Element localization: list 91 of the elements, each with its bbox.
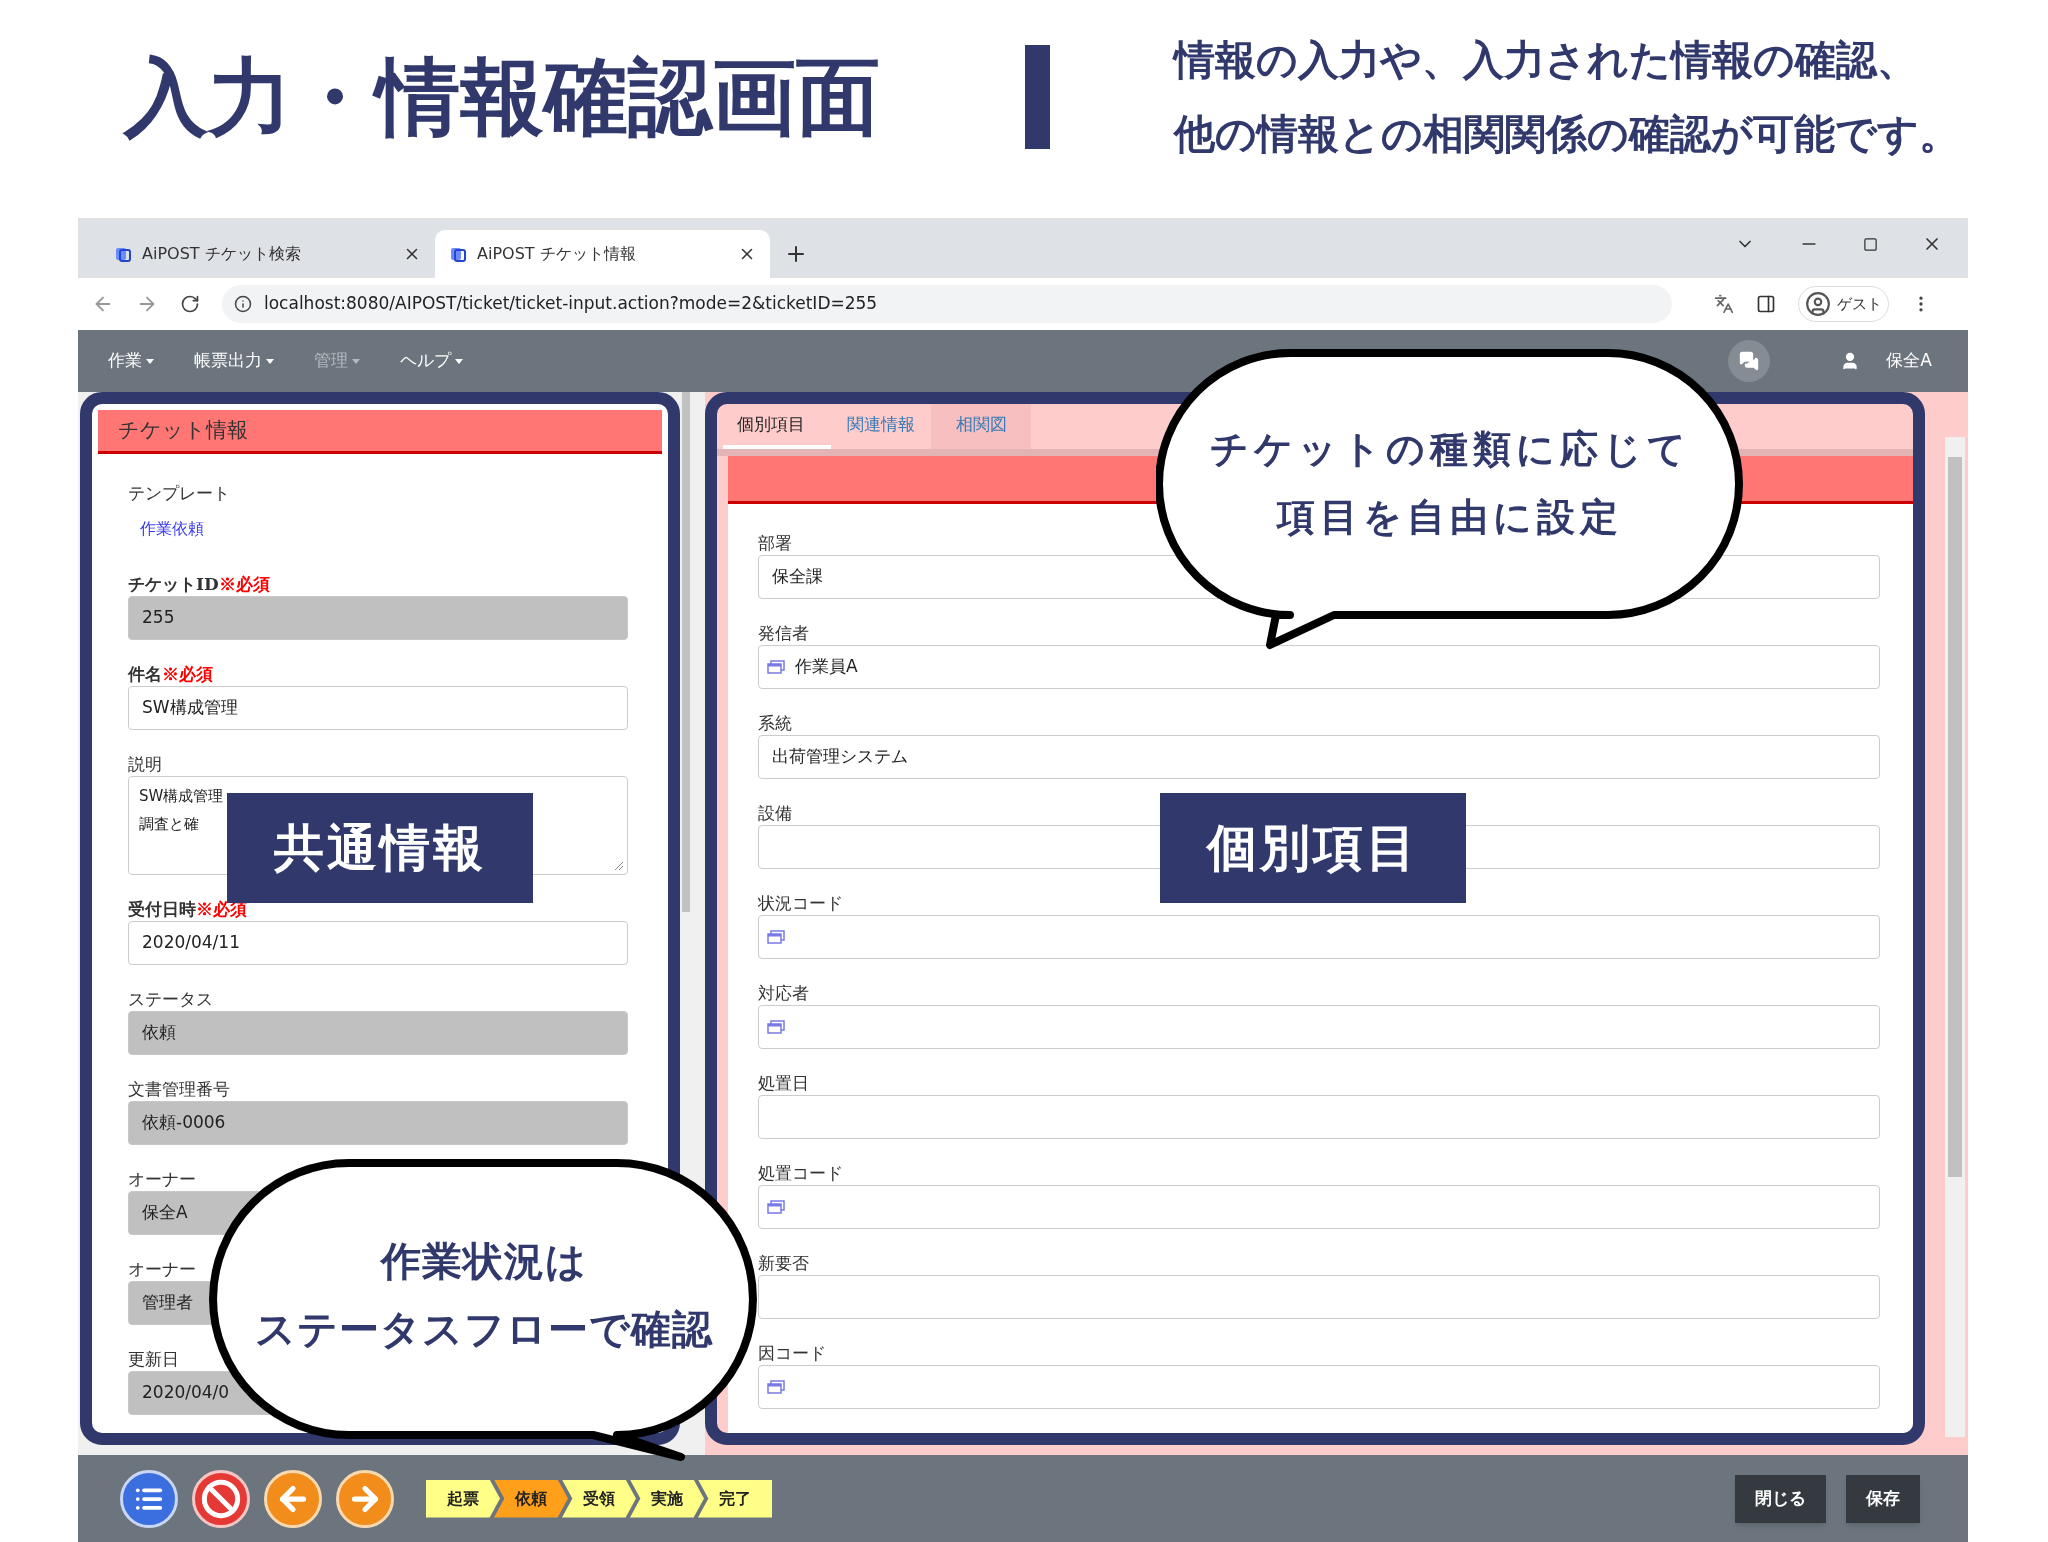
input-field[interactable]: 2020/04/11: [128, 921, 628, 965]
address-bar[interactable]: localhost:8080/AIPOST/ticket/ticket-input.action?mode=2&ticketID=255: [222, 285, 1672, 323]
readonly-field: 依頼-0006: [128, 1101, 628, 1145]
menu-item[interactable]: 帳票出力: [194, 348, 274, 374]
browser-tab[interactable]: AiPOST チケット情報: [435, 230, 770, 278]
picker-field[interactable]: [758, 1005, 1880, 1049]
input-field[interactable]: [758, 1275, 1880, 1319]
panel-title: チケット情報: [118, 416, 248, 444]
user-avatar-icon: [1805, 291, 1831, 317]
field-value: 作業員A: [795, 655, 858, 679]
window-icon: [767, 1380, 785, 1394]
window-icon: [767, 930, 785, 944]
caret-icon: [352, 358, 360, 364]
field-label: 文書管理番号: [128, 1078, 230, 1102]
readonly-field: 255: [128, 596, 628, 640]
caret-icon: [266, 358, 274, 364]
field-label: ステータス: [128, 988, 213, 1012]
translate-icon[interactable]: [1714, 294, 1734, 314]
back-button[interactable]: [264, 1469, 322, 1528]
status-step: 実施: [630, 1479, 704, 1518]
picker-field[interactable]: [758, 1185, 1880, 1229]
input-field[interactable]: SW構成管理: [128, 686, 628, 730]
list-button[interactable]: [120, 1469, 178, 1528]
field-label: 因コード: [758, 1342, 826, 1366]
field-label: 対応者: [758, 982, 809, 1006]
callout-text: ステータスフローで確認: [255, 1306, 713, 1352]
field-label: 更新日: [128, 1348, 179, 1372]
menu-item[interactable]: ヘルプ: [400, 348, 463, 374]
callout-text: チケットの種類に応じて: [1209, 426, 1691, 472]
app-favicon-icon: [449, 245, 467, 263]
resize-handle-icon: [614, 861, 624, 871]
picker-field[interactable]: [758, 1365, 1880, 1409]
slide-description: 他の情報との相関関係の確認が可能です。: [1174, 110, 1960, 158]
window-icon: [767, 1020, 785, 1034]
status-step: 受領: [562, 1479, 636, 1518]
menu-item[interactable]: 作業: [108, 348, 154, 374]
forward-button[interactable]: [336, 1469, 394, 1528]
field-label: 状況コード: [758, 892, 843, 916]
field-label: 設備: [758, 802, 792, 826]
status-step: 完了: [698, 1479, 772, 1518]
caret-icon: [455, 358, 463, 364]
input-field[interactable]: 出荷管理システム: [758, 735, 1880, 779]
callout-text: 項目を自由に設定: [1277, 494, 1623, 540]
required-mark: ※必須: [218, 573, 270, 597]
chat-button[interactable]: [1728, 340, 1771, 382]
text-line: SW構成管理: [139, 786, 224, 807]
url-text: localhost:8080/AIPOST/ticket/ticket-input.action?mode=2&ticketID=255: [264, 292, 878, 316]
text-line: 調査と確: [139, 814, 199, 835]
cancel-button[interactable]: [192, 1469, 250, 1528]
field-label: テンプレート: [128, 482, 230, 506]
required-mark: ※必須: [162, 663, 213, 687]
template-link[interactable]: 作業依頼: [140, 517, 204, 541]
info-icon: [234, 295, 252, 313]
window-icon: [767, 660, 785, 674]
prohibited-icon: [201, 1478, 241, 1519]
scrollbar[interactable]: [1945, 437, 1965, 1437]
callout-label: 個別項目: [1160, 793, 1466, 903]
readonly-field: 依頼: [128, 1011, 628, 1055]
field-label: 発信者: [758, 622, 809, 646]
callout-label: 共通情報: [227, 793, 533, 903]
window-icon: [767, 1200, 785, 1214]
field-label: 部署: [758, 532, 792, 556]
reload-icon[interactable]: [180, 294, 200, 314]
field-label: 受付日時: [128, 898, 196, 922]
field-label: オーナー: [128, 1258, 196, 1282]
chat-icon: [1739, 351, 1760, 371]
picker-field[interactable]: 作業員A: [758, 645, 1880, 689]
slide-title: 入力・情報確認画面: [124, 47, 881, 148]
picker-field[interactable]: [758, 915, 1880, 959]
field-label: 系統: [758, 712, 792, 736]
status-step: 起票: [426, 1479, 500, 1518]
browser-tab[interactable]: AiPOST チケット検索: [100, 230, 435, 278]
status-step: 依頼: [494, 1479, 568, 1518]
caret-icon: [146, 358, 154, 364]
app-favicon-icon: [114, 245, 132, 263]
side-panel-icon[interactable]: [1756, 294, 1776, 314]
scrollbar[interactable]: [682, 392, 690, 912]
field-label: 処置コード: [758, 1162, 843, 1186]
maximize-icon[interactable]: [1863, 236, 1878, 252]
field-label: 新要否: [758, 1252, 809, 1276]
user-name: 保全A: [1886, 349, 1932, 373]
input-field[interactable]: [758, 1095, 1880, 1139]
field-label: 件名: [128, 663, 162, 687]
footer-button[interactable]: 保存: [1846, 1474, 1920, 1523]
field-label: 処置日: [758, 1072, 809, 1096]
footer-button[interactable]: 閉じる: [1735, 1474, 1826, 1523]
field-label: チケットID: [128, 573, 219, 597]
slide-description: 情報の入力や、入力された情報の確認、: [1174, 36, 1919, 84]
field-label: オーナー: [128, 1168, 196, 1192]
field-label: 説明: [128, 753, 162, 777]
callout-text: 作業状況は: [381, 1238, 587, 1284]
